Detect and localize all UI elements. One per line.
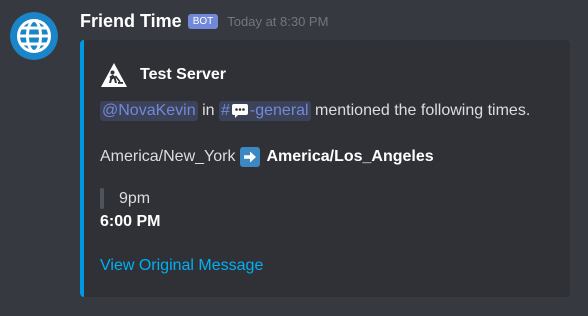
- globe-icon[interactable]: [10, 12, 58, 60]
- message-header: Friend Time BOT Today at 8:30 PM: [80, 11, 328, 32]
- view-original-link[interactable]: View Original Message: [100, 257, 263, 275]
- embed-author: Test Server: [100, 62, 226, 88]
- chat-message: Friend Time BOT Today at 8:30 PM Test Se…: [0, 0, 588, 316]
- timezone-from: America/New_York: [100, 148, 236, 165]
- embed-author-name: Test Server: [140, 66, 226, 83]
- timezone-conversion: America/New_York America/Los_Angeles: [100, 147, 434, 167]
- message-timestamp: Today at 8:30 PM: [227, 14, 329, 29]
- quoted-time-block: 9pm: [100, 188, 150, 209]
- speech-balloon-icon: [231, 104, 248, 118]
- username[interactable]: Friend Time: [80, 11, 182, 32]
- quoted-time: 9pm: [119, 189, 151, 207]
- quote-bar: [100, 188, 104, 209]
- converted-time: 6:00 PM: [100, 213, 161, 230]
- embed-content: Test Server @NovaKevin in # -general men…: [100, 40, 558, 297]
- channel-name: -general: [249, 102, 309, 119]
- embed-accent-bar: [80, 40, 84, 297]
- embed-description: @NovaKevin in # -general mentioned the f…: [100, 101, 530, 121]
- bot-badge: BOT: [187, 14, 219, 29]
- construction-sign-icon: [101, 63, 127, 87]
- user-mention[interactable]: @NovaKevin: [100, 101, 198, 121]
- channel-mention[interactable]: # -general: [218, 101, 311, 121]
- right-arrow-icon: [240, 147, 261, 167]
- mention-suffix: mentioned the following times.: [315, 102, 531, 119]
- channel-hash: #: [220, 102, 230, 119]
- embed-card: Test Server @NovaKevin in # -general men…: [80, 40, 570, 297]
- timezone-to: America/Los_Angeles: [266, 148, 434, 165]
- in-text: in: [202, 102, 215, 119]
